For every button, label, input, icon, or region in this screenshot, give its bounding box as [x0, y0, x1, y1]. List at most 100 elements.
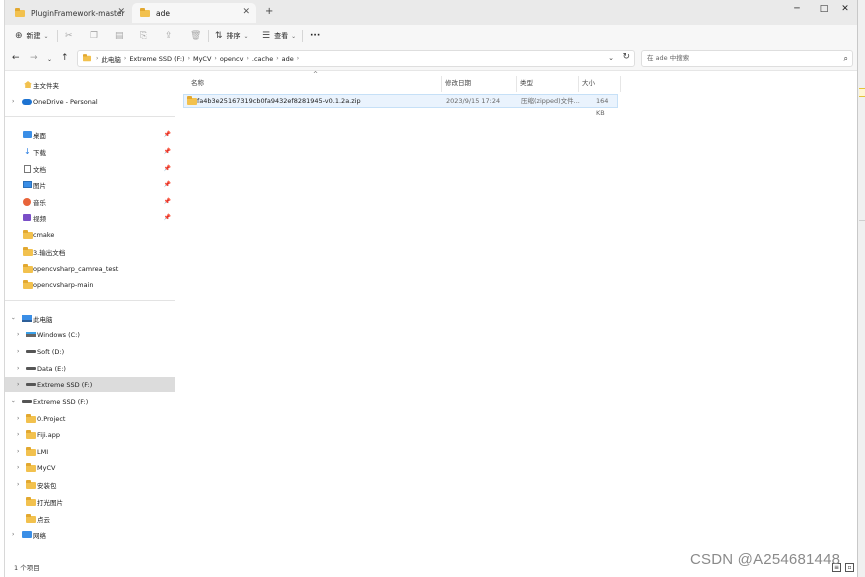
trash-icon: 🗑	[190, 31, 202, 41]
breadcrumb-mycv[interactable]: MyCV	[193, 55, 211, 63]
sidebar-item-videos[interactable]: 视频 📌	[5, 210, 175, 225]
sidebar-item-opencvsharp-camrea-test[interactable]: opencvsharp_camrea_test	[5, 261, 175, 276]
zip-folder-icon	[187, 96, 197, 105]
address-bar[interactable]: › 此电脑 › Extreme SSD (F:) › MyCV › opencv…	[77, 50, 635, 67]
sidebar-item-label: cmake	[33, 230, 55, 239]
sidebar-item-music[interactable]: 音乐 📌	[5, 194, 175, 209]
refresh-icon[interactable]: ↻	[622, 52, 630, 62]
delete-button[interactable]: 🗑	[190, 29, 205, 43]
sidebar-item-extreme-ssd[interactable]: › Extreme SSD (F:)	[5, 394, 175, 409]
column-divider[interactable]	[441, 76, 442, 92]
close-tab-icon[interactable]: ✕	[242, 7, 250, 18]
sidebar-item-installers[interactable]: › 安装包	[5, 477, 175, 492]
sidebar-item-this-pc[interactable]: › 此电脑	[5, 311, 175, 326]
sidebar-item-cmake[interactable]: cmake	[5, 227, 175, 242]
pin-icon: 📌	[163, 198, 171, 205]
forward-button[interactable]: →	[30, 52, 38, 64]
chevron-right-icon[interactable]: ›	[17, 431, 19, 438]
close-window-button[interactable]: ✕	[835, 3, 855, 15]
share-button[interactable]: ⇪	[165, 29, 177, 43]
sidebar-item-pictures[interactable]: 图片 📌	[5, 177, 175, 192]
sidebar-item-label: LMI	[37, 447, 49, 456]
sidebar-item-home[interactable]: 主文件夹	[5, 77, 175, 92]
chevron-right-icon[interactable]: ›	[17, 448, 19, 455]
search-box[interactable]: 在 ade 中搜索 ⌕	[641, 50, 853, 67]
sidebar-item-network[interactable]: › 网络	[5, 527, 175, 542]
back-button[interactable]: ←	[12, 52, 20, 64]
sidebar-item-documents[interactable]: 文档 📌	[5, 161, 175, 176]
chevron-down-icon: ⌄	[243, 32, 249, 40]
sidebar-item-0-project[interactable]: › 0.Project	[5, 411, 175, 426]
sidebar-item-drive-e[interactable]: › Data (E:)	[5, 361, 175, 376]
sidebar-item-point-cloud[interactable]: 点云	[5, 511, 175, 526]
breadcrumb-opencv[interactable]: opencv	[220, 55, 244, 63]
tab-pluginframework[interactable]: PluginFramework-master ✕	[7, 3, 131, 23]
up-button[interactable]: ↑	[61, 52, 69, 64]
new-tab-icon[interactable]: +	[265, 6, 273, 17]
more-options-button[interactable]: ···	[310, 29, 320, 43]
documents-icon	[24, 164, 31, 173]
recent-locations-button[interactable]: ⌄	[47, 54, 52, 66]
sort-button[interactable]: ⇅ 排序 ⌄	[215, 29, 249, 43]
column-header-name[interactable]: 名称	[191, 74, 204, 93]
sidebar-item-onedrive[interactable]: › OneDrive - Personal	[5, 94, 175, 109]
sort-ascending-icon: ^	[313, 71, 319, 78]
sidebar-item-drive-c[interactable]: › Windows (C:)	[5, 327, 175, 342]
chevron-right-icon[interactable]: ›	[17, 331, 19, 338]
column-header-size[interactable]: 大小	[582, 74, 595, 93]
sidebar-item-drive-f[interactable]: › Extreme SSD (F:)	[5, 377, 175, 392]
chevron-down-icon[interactable]: ›	[10, 400, 17, 402]
sidebar-item-opencvsharp-main[interactable]: opencvsharp-main	[5, 277, 175, 292]
sidebar-divider	[5, 116, 175, 117]
column-divider[interactable]	[578, 76, 579, 92]
tiles-view-button[interactable]: ▫	[845, 563, 854, 572]
sidebar-item-lighting-images[interactable]: 打光图片	[5, 494, 175, 509]
chevron-right-icon[interactable]: ›	[17, 415, 19, 422]
address-dropdown-icon[interactable]: ⌄	[608, 54, 614, 62]
cut-button[interactable]: ✂	[65, 29, 77, 43]
folder-icon	[26, 480, 36, 489]
chevron-right-icon[interactable]: ›	[17, 464, 19, 471]
sidebar-item-downloads[interactable]: ↓ 下载 📌	[5, 144, 175, 159]
cut-icon: ✂	[65, 31, 73, 41]
paste-button[interactable]: ▤	[115, 29, 128, 43]
sort-button-label: 排序	[226, 32, 241, 40]
minimize-button[interactable]: ─	[787, 3, 807, 15]
sidebar-item-label: 安装包	[37, 481, 57, 490]
sidebar-item-lmi[interactable]: › LMI	[5, 444, 175, 459]
copy-button[interactable]: ❐	[90, 29, 102, 43]
navigation-row: ← → ⌄ ↑ › 此电脑 › Extreme SSD (F:) › MyCV …	[5, 47, 857, 71]
sidebar-item-label: 主文件夹	[33, 81, 59, 90]
file-row[interactable]: fa4b3e25167319cb0fa9432ef8281945-v0.1.2a…	[183, 94, 618, 117]
folder-icon	[23, 230, 33, 239]
rename-button[interactable]: ⎘	[140, 29, 151, 43]
tab-ade[interactable]: ade ✕	[132, 3, 256, 23]
close-tab-icon[interactable]: ✕	[117, 7, 125, 18]
sidebar-item-desktop[interactable]: 桌面 📌	[5, 127, 175, 142]
column-header-type[interactable]: 类型	[520, 74, 533, 93]
chevron-right-icon[interactable]: ›	[12, 531, 14, 538]
new-button[interactable]: ⊕ 新建 ⌄	[15, 29, 49, 43]
chevron-right-icon[interactable]: ›	[17, 381, 19, 388]
search-icon[interactable]: ⌕	[844, 51, 848, 66]
chevron-right-icon[interactable]: ›	[12, 98, 14, 105]
breadcrumb-separator-icon: ›	[214, 55, 217, 62]
column-header-date[interactable]: 修改日期	[445, 74, 471, 93]
column-divider[interactable]	[516, 76, 517, 92]
column-divider[interactable]	[620, 76, 621, 92]
sidebar-item-drive-d[interactable]: › Soft (D:)	[5, 344, 175, 359]
breadcrumb-cache[interactable]: .cache	[252, 55, 273, 63]
view-button[interactable]: ☰ 查看 ⌄	[262, 29, 296, 43]
chevron-right-icon[interactable]: ›	[17, 365, 19, 372]
sidebar-item-output-docs[interactable]: 3.输出文档	[5, 244, 175, 259]
sidebar-item-mycv[interactable]: › MyCV	[5, 460, 175, 475]
breadcrumb-extreme-ssd[interactable]: Extreme SSD (F:)	[129, 55, 184, 63]
download-icon: ↓	[24, 146, 31, 156]
sidebar-item-fiji-app[interactable]: › Fiji.app	[5, 427, 175, 442]
chevron-right-icon[interactable]: ›	[17, 348, 19, 355]
breadcrumb-ade[interactable]: ade	[282, 55, 294, 63]
chevron-down-icon[interactable]: ›	[10, 317, 17, 319]
chevron-right-icon[interactable]: ›	[17, 481, 19, 488]
breadcrumb-this-pc[interactable]: 此电脑	[101, 54, 121, 64]
maximize-button[interactable]: □	[814, 3, 834, 15]
